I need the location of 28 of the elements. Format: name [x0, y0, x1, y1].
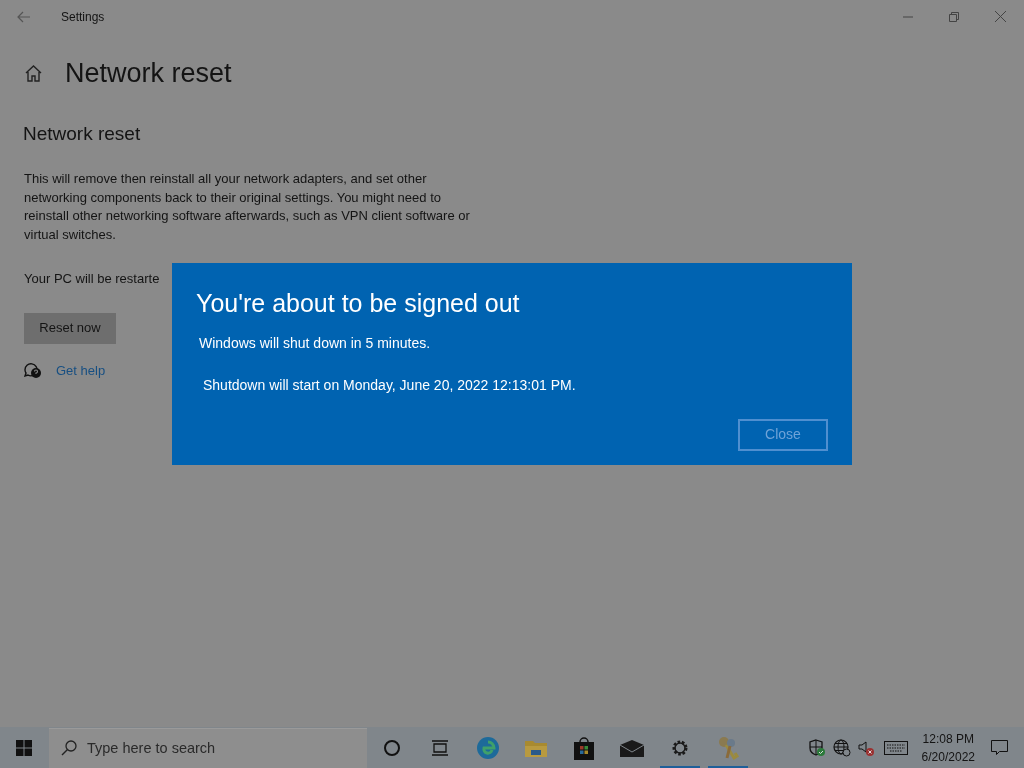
globe-network-icon[interactable] [832, 738, 851, 757]
notification-icon[interactable] [991, 739, 1008, 756]
dialog-message: Windows will shut down in 5 minutes. [199, 333, 431, 353]
dialog-detail: Shutdown will start on Monday, June 20, 2022 12:13:01 PM. [203, 375, 576, 395]
clock-time[interactable]: 12:08 PM [922, 729, 974, 748]
home-icon[interactable] [24, 63, 43, 83]
close-icon[interactable] [995, 11, 1006, 22]
keyboard-icon[interactable] [883, 740, 908, 755]
section-title: Network reset [23, 121, 141, 146]
close-button[interactable]: Close [738, 418, 828, 451]
get-help-link[interactable]: Get help [56, 360, 106, 380]
reset-now-button[interactable]: Reset now [24, 312, 116, 344]
store-bag-icon[interactable] [572, 735, 596, 760]
search-field[interactable]: Type here to search [49, 727, 367, 768]
page-title: Network reset [65, 57, 232, 90]
volume-muted-icon[interactable] [857, 739, 874, 756]
security-shield-icon[interactable] [807, 738, 826, 757]
cortana-circle-icon[interactable] [383, 738, 401, 757]
help-chat-icon[interactable] [24, 361, 42, 379]
clock-date[interactable]: 6/20/2022 [921, 747, 975, 766]
restart-note: Your PC will be restarte [24, 270, 160, 288]
window-title: Settings [61, 8, 105, 26]
task-view-icon[interactable] [431, 738, 449, 757]
restore-icon[interactable] [949, 11, 959, 22]
mail-envelope-icon[interactable] [619, 738, 645, 757]
windows-start-icon[interactable] [16, 739, 32, 756]
description-text: This will remove then reinstall all your network adapters, and set other networking components back to their original settings. You might need to reinstall other networking software afterwards, such as VPN client software or virtual switches. [24, 170, 471, 244]
dialog-title: You're about to be signed out [196, 288, 520, 319]
